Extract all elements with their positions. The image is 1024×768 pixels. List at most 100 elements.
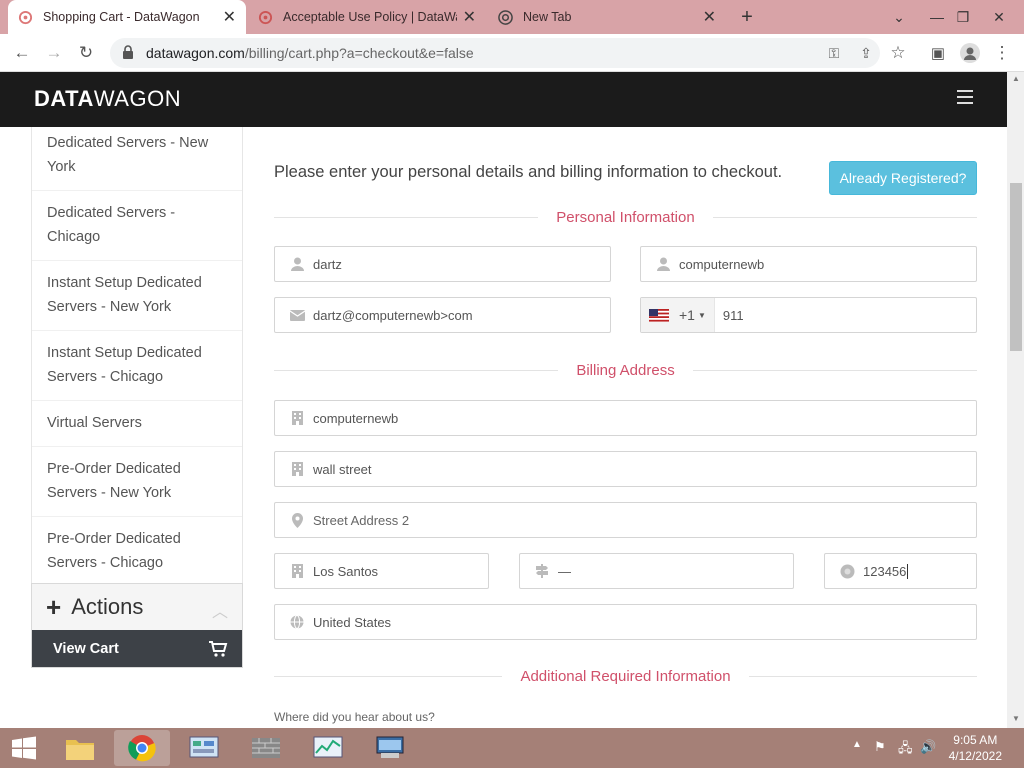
already-registered-button[interactable]: Already Registered? — [829, 161, 977, 195]
tab-new-tab[interactable]: New Tab ✕ — [488, 0, 726, 34]
map-marker-icon — [289, 512, 305, 528]
email-field[interactable]: dartz@computernewb>com — [274, 297, 611, 333]
browser-tab-strip: Shopping Cart - DataWagon ✕ Acceptable U… — [0, 0, 1024, 34]
globe-icon — [289, 614, 305, 630]
side-panel-icon[interactable]: ▣ — [924, 39, 952, 67]
personal-info-divider: Personal Information — [274, 205, 977, 229]
postcode-field[interactable]: 123456 — [824, 553, 977, 589]
remote-desktop-icon[interactable] — [362, 730, 418, 766]
clock-date: 4/12/2022 — [948, 749, 1002, 763]
actions-header[interactable]: + Actions ︿ — [32, 584, 242, 630]
actions-panel: + Actions ︿ View Cart — [31, 583, 243, 668]
datawagon-logo[interactable]: DATAWAGON — [34, 86, 181, 112]
sidebar-item-instant-ny[interactable]: Instant Setup Dedicated Servers - New Yo… — [32, 261, 242, 331]
site-header: DATAWAGON — [0, 72, 1007, 127]
building-icon — [289, 461, 305, 477]
show-hidden-icons-chevron[interactable]: ▲ — [852, 739, 862, 750]
sidebar-item-virtual[interactable]: Virtual Servers — [32, 401, 242, 447]
country-select[interactable]: United States — [274, 604, 977, 640]
file-explorer-icon[interactable] — [52, 730, 108, 766]
datawagon-favicon — [258, 10, 273, 24]
tab-shopping-cart[interactable]: Shopping Cart - DataWagon ✕ — [8, 0, 246, 34]
us-flag-icon — [649, 308, 669, 322]
view-cart-label: View Cart — [53, 640, 119, 657]
view-cart-button[interactable]: View Cart — [32, 630, 242, 667]
reload-icon[interactable]: ↻ — [72, 39, 100, 67]
performance-monitor-icon[interactable] — [300, 730, 356, 766]
address-line-2-field[interactable]: Street Address 2 — [274, 502, 977, 538]
url-path: /billing/cart.php?a=checkout&e=false — [244, 45, 474, 61]
first-name-field[interactable]: dartz — [274, 246, 611, 282]
billing-address-divider: Billing Address — [274, 358, 978, 382]
start-button[interactable] — [0, 730, 48, 766]
company-field[interactable]: computernewb — [274, 400, 977, 436]
last-name-field[interactable]: computernewb — [640, 246, 977, 282]
restore-icon[interactable]: ❐ — [946, 0, 980, 34]
address-line-1-field[interactable]: wall street — [274, 451, 977, 487]
tab-acceptable-use-policy[interactable]: Acceptable Use Policy | DataWagon ✕ — [248, 0, 486, 34]
datawagon-favicon — [18, 10, 33, 24]
state-select[interactable]: — — [519, 553, 794, 589]
page-viewport: DATAWAGON Dedicated Servers - New York D… — [0, 72, 1007, 728]
sidebar-item-instant-chicago[interactable]: Instant Setup Dedicated Servers - Chicag… — [32, 331, 242, 401]
user-icon — [655, 256, 671, 272]
close-tab-icon[interactable]: ✕ — [703, 7, 716, 27]
tab-search-chevron-icon[interactable]: ⌄ — [882, 0, 916, 34]
building-icon — [289, 563, 305, 579]
user-icon — [289, 256, 305, 272]
clock-time: 9:05 AM — [953, 733, 998, 747]
close-tab-icon[interactable]: ✕ — [463, 7, 476, 27]
actions-title: Actions — [71, 594, 144, 619]
new-tab-plus-icon[interactable]: + — [730, 0, 764, 34]
tab-title: Shopping Cart - DataWagon — [43, 10, 200, 24]
address-bar[interactable]: datawagon.com/billing/cart.php?a=checkou… — [110, 38, 880, 68]
control-panel-icon[interactable] — [176, 730, 232, 766]
checkout-intro: Please enter your personal details and b… — [274, 163, 783, 181]
scroll-down-arrow-icon[interactable]: ▼ — [1010, 714, 1022, 726]
browser-toolbar: ← → ↻ datawagon.com/billing/cart.php?a=c… — [0, 34, 1024, 72]
plus-icon: + — [46, 591, 62, 622]
chevron-up-icon[interactable]: ︿ — [212, 598, 228, 622]
personal-info-header: Personal Information — [556, 208, 695, 226]
taskbar-clock[interactable]: 9:05 AM 4/12/2022 — [949, 732, 1002, 764]
action-center-flag-icon[interactable]: ⚑ — [874, 739, 886, 755]
close-window-icon[interactable]: ✕ — [982, 0, 1016, 34]
windows-logo-icon — [12, 736, 36, 760]
chrome-taskbar-icon[interactable] — [114, 730, 170, 766]
country-code-selector[interactable]: +1 ▼ — [641, 298, 715, 332]
certificate-icon — [839, 563, 855, 579]
category-sidebar: Dedicated Servers - New York Dedicated S… — [31, 120, 243, 587]
url-host: datawagon.com — [146, 45, 245, 61]
phone-country-code: +1 — [679, 307, 695, 323]
profile-avatar-icon[interactable] — [956, 39, 984, 67]
share-icon[interactable]: ⇪ — [852, 39, 880, 67]
bookmark-star-icon[interactable]: ☆ — [884, 39, 912, 67]
firewall-icon[interactable] — [238, 730, 294, 766]
signpost-icon — [534, 563, 550, 579]
forward-arrow-icon[interactable]: → — [40, 39, 68, 67]
network-icon[interactable]: 🖧 — [898, 739, 913, 761]
back-arrow-icon[interactable]: ← — [8, 39, 36, 67]
key-icon[interactable]: ⚿ — [820, 39, 848, 67]
sidebar-item-preorder-chicago[interactable]: Pre-Order Dedicated Servers - Chicago — [32, 517, 242, 586]
tab-title: New Tab — [523, 10, 572, 24]
page-scrollbar-track[interactable] — [1007, 72, 1024, 728]
additional-info-divider: Additional Required Information — [274, 664, 977, 688]
city-field[interactable]: Los Santos — [274, 553, 489, 589]
sidebar-item-preorder-ny[interactable]: Pre-Order Dedicated Servers - New York — [32, 447, 242, 517]
chrome-icon — [498, 9, 513, 25]
volume-icon[interactable]: 🔊 — [920, 739, 936, 755]
lock-icon — [122, 44, 136, 62]
scroll-up-arrow-icon[interactable]: ▲ — [1010, 74, 1022, 86]
sidebar-item-dedicated-ny[interactable]: Dedicated Servers - New York — [32, 121, 242, 191]
building-icon — [289, 410, 305, 426]
envelope-icon — [289, 307, 305, 323]
close-tab-icon[interactable]: ✕ — [223, 7, 236, 27]
hamburger-menu-icon[interactable] — [957, 90, 973, 108]
phone-field[interactable]: +1 ▼ 911 — [640, 297, 977, 333]
page-scrollbar-thumb[interactable] — [1010, 183, 1022, 351]
browser-menu-icon[interactable]: ⋮ — [988, 39, 1016, 67]
sidebar-item-dedicated-chicago[interactable]: Dedicated Servers - Chicago — [32, 191, 242, 261]
shopping-cart-icon — [209, 640, 228, 657]
windows-taskbar: ▲ ⚑ 🖧 🔊 9:05 AM 4/12/2022 — [0, 728, 1024, 768]
